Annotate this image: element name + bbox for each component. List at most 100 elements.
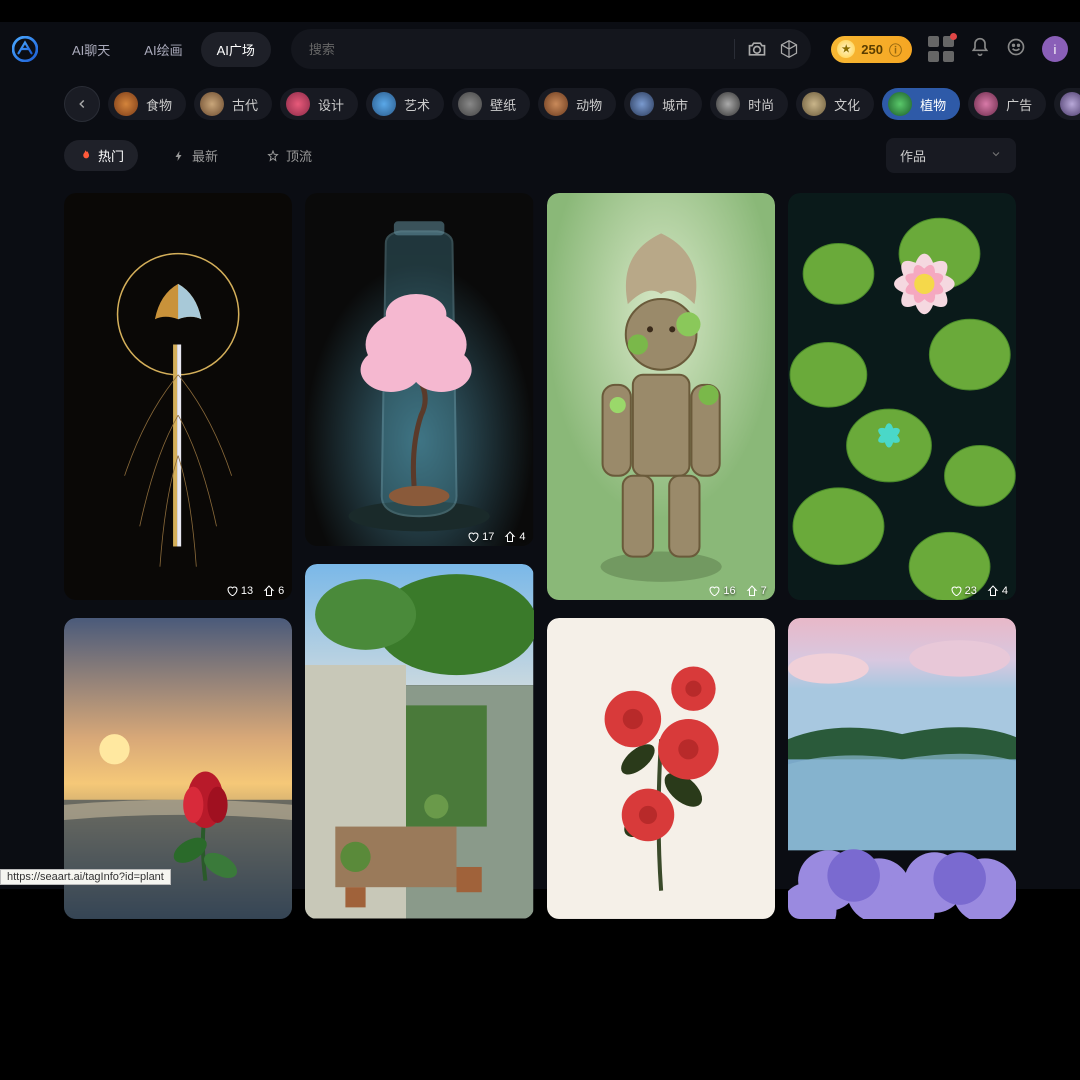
card-stats: 17 4 bbox=[467, 531, 525, 543]
artwork-image bbox=[64, 193, 292, 600]
category-thumb bbox=[888, 92, 912, 116]
coin-info-icon: ⓘ bbox=[889, 40, 902, 59]
category-chip-ad[interactable]: 广告 bbox=[968, 88, 1046, 120]
category-chip-wallpaper[interactable]: 壁纸 bbox=[452, 88, 530, 120]
dropdown-label: 作品 bbox=[900, 146, 926, 165]
like-button[interactable]: 16 bbox=[708, 585, 735, 597]
category-label: 时尚 bbox=[748, 95, 774, 114]
category-chip-art[interactable]: 艺术 bbox=[366, 88, 444, 120]
filter-tab-hot[interactable]: 热门 bbox=[64, 140, 138, 171]
coin-icon: ★ bbox=[837, 40, 855, 58]
category-thumb bbox=[114, 92, 138, 116]
filter-label: 顶流 bbox=[286, 146, 312, 165]
category-label: 古代 bbox=[232, 95, 258, 114]
header: AI聊天 AI绘画 AI广场 ★ 250 ⓘ bbox=[0, 22, 1080, 76]
category-chip-design[interactable]: 设计 bbox=[280, 88, 358, 120]
category-label: 动物 bbox=[576, 95, 602, 114]
gallery-column: 17 4 bbox=[305, 193, 533, 924]
category-label: 艺术 bbox=[404, 95, 430, 114]
bolt-icon bbox=[172, 149, 186, 163]
artwork-image bbox=[547, 618, 775, 919]
category-chip-food[interactable]: 食物 bbox=[108, 88, 186, 120]
nav-tab-paint[interactable]: AI绘画 bbox=[128, 32, 198, 67]
gallery: 13 6 bbox=[0, 185, 1080, 932]
filter-tab-top[interactable]: 顶流 bbox=[252, 140, 326, 171]
category-thumb bbox=[630, 92, 654, 116]
filter-label: 热门 bbox=[98, 146, 124, 165]
artwork-image bbox=[547, 193, 775, 600]
category-chip-culture[interactable]: 文化 bbox=[796, 88, 874, 120]
chevron-down-icon bbox=[990, 148, 1002, 163]
category-label: 食物 bbox=[146, 95, 172, 114]
filter-row: 热门 最新 顶流 作品 bbox=[0, 132, 1080, 185]
artwork-card[interactable]: 17 4 bbox=[305, 193, 533, 551]
upvote-button[interactable]: 4 bbox=[987, 585, 1008, 597]
category-thumb bbox=[1060, 92, 1080, 116]
app-logo[interactable] bbox=[12, 36, 38, 62]
app-shell: AI聊天 AI绘画 AI广场 ★ 250 ⓘ bbox=[0, 22, 1080, 889]
gallery-column: 13 6 bbox=[64, 193, 292, 924]
artwork-card[interactable] bbox=[547, 618, 775, 924]
category-thumb bbox=[716, 92, 740, 116]
like-button[interactable]: 13 bbox=[226, 585, 253, 597]
flame-icon bbox=[78, 149, 92, 163]
upvote-button[interactable]: 6 bbox=[263, 585, 284, 597]
category-label: 壁纸 bbox=[490, 95, 516, 114]
category-thumb bbox=[200, 92, 224, 116]
category-chip-collage[interactable]: 拼贴 bbox=[1054, 88, 1080, 120]
header-right: ★ 250 ⓘ i bbox=[831, 36, 1068, 63]
search-input[interactable] bbox=[309, 42, 724, 57]
category-chip-ancient[interactable]: 古代 bbox=[194, 88, 272, 120]
artwork-image bbox=[788, 193, 1016, 600]
category-thumb bbox=[544, 92, 568, 116]
artwork-card[interactable] bbox=[788, 618, 1016, 924]
category-chip-animal[interactable]: 动物 bbox=[538, 88, 616, 120]
search-bar bbox=[291, 29, 811, 69]
artwork-image bbox=[788, 618, 1016, 919]
user-avatar[interactable]: i bbox=[1042, 36, 1068, 62]
camera-icon[interactable] bbox=[745, 37, 769, 61]
gallery-column: 16 7 bbox=[547, 193, 775, 924]
category-thumb bbox=[974, 92, 998, 116]
upvote-button[interactable]: 4 bbox=[504, 531, 525, 543]
gallery-column: 23 4 bbox=[788, 193, 1016, 924]
notification-dot bbox=[950, 33, 957, 40]
artwork-card[interactable] bbox=[305, 564, 533, 923]
like-button[interactable]: 17 bbox=[467, 531, 494, 543]
coin-amount: 250 bbox=[861, 42, 883, 57]
category-chip-plant[interactable]: 植物 bbox=[882, 88, 960, 120]
nav-tab-chat[interactable]: AI聊天 bbox=[56, 32, 126, 67]
nav-tabs: AI聊天 AI绘画 AI广场 bbox=[56, 32, 271, 67]
category-back-button[interactable] bbox=[64, 86, 100, 122]
coin-balance[interactable]: ★ 250 ⓘ bbox=[831, 36, 912, 63]
upvote-button[interactable]: 7 bbox=[746, 585, 767, 597]
card-stats: 16 7 bbox=[708, 585, 766, 597]
category-label: 文化 bbox=[834, 95, 860, 114]
like-button[interactable]: 23 bbox=[950, 585, 977, 597]
artwork-card[interactable]: 13 6 bbox=[64, 193, 292, 605]
category-thumb bbox=[372, 92, 396, 116]
category-label: 广告 bbox=[1006, 95, 1032, 114]
smile-icon[interactable] bbox=[1006, 37, 1026, 62]
category-thumb bbox=[286, 92, 310, 116]
category-chip-city[interactable]: 城市 bbox=[624, 88, 702, 120]
bell-icon[interactable] bbox=[970, 37, 990, 62]
dice-icon[interactable] bbox=[777, 37, 801, 61]
filter-label: 最新 bbox=[192, 146, 218, 165]
artwork-image bbox=[305, 193, 533, 546]
artwork-card[interactable]: 16 7 bbox=[547, 193, 775, 605]
apps-grid-icon[interactable] bbox=[928, 36, 954, 62]
category-row: 食物 古代 设计 艺术 壁纸 动物 城市 时尚 文化 植物 广告 拼贴 bbox=[0, 76, 1080, 132]
nav-tab-plaza[interactable]: AI广场 bbox=[201, 32, 271, 67]
star-icon bbox=[266, 149, 280, 163]
category-label: 城市 bbox=[662, 95, 688, 114]
category-label: 设计 bbox=[318, 95, 344, 114]
sort-dropdown[interactable]: 作品 bbox=[886, 138, 1016, 173]
category-chip-fashion[interactable]: 时尚 bbox=[710, 88, 788, 120]
card-stats: 13 6 bbox=[226, 585, 284, 597]
status-bar-url: https://seaart.ai/tagInfo?id=plant bbox=[0, 869, 171, 885]
category-thumb bbox=[458, 92, 482, 116]
artwork-image bbox=[305, 564, 533, 918]
artwork-card[interactable]: 23 4 bbox=[788, 193, 1016, 605]
filter-tab-new[interactable]: 最新 bbox=[158, 140, 232, 171]
